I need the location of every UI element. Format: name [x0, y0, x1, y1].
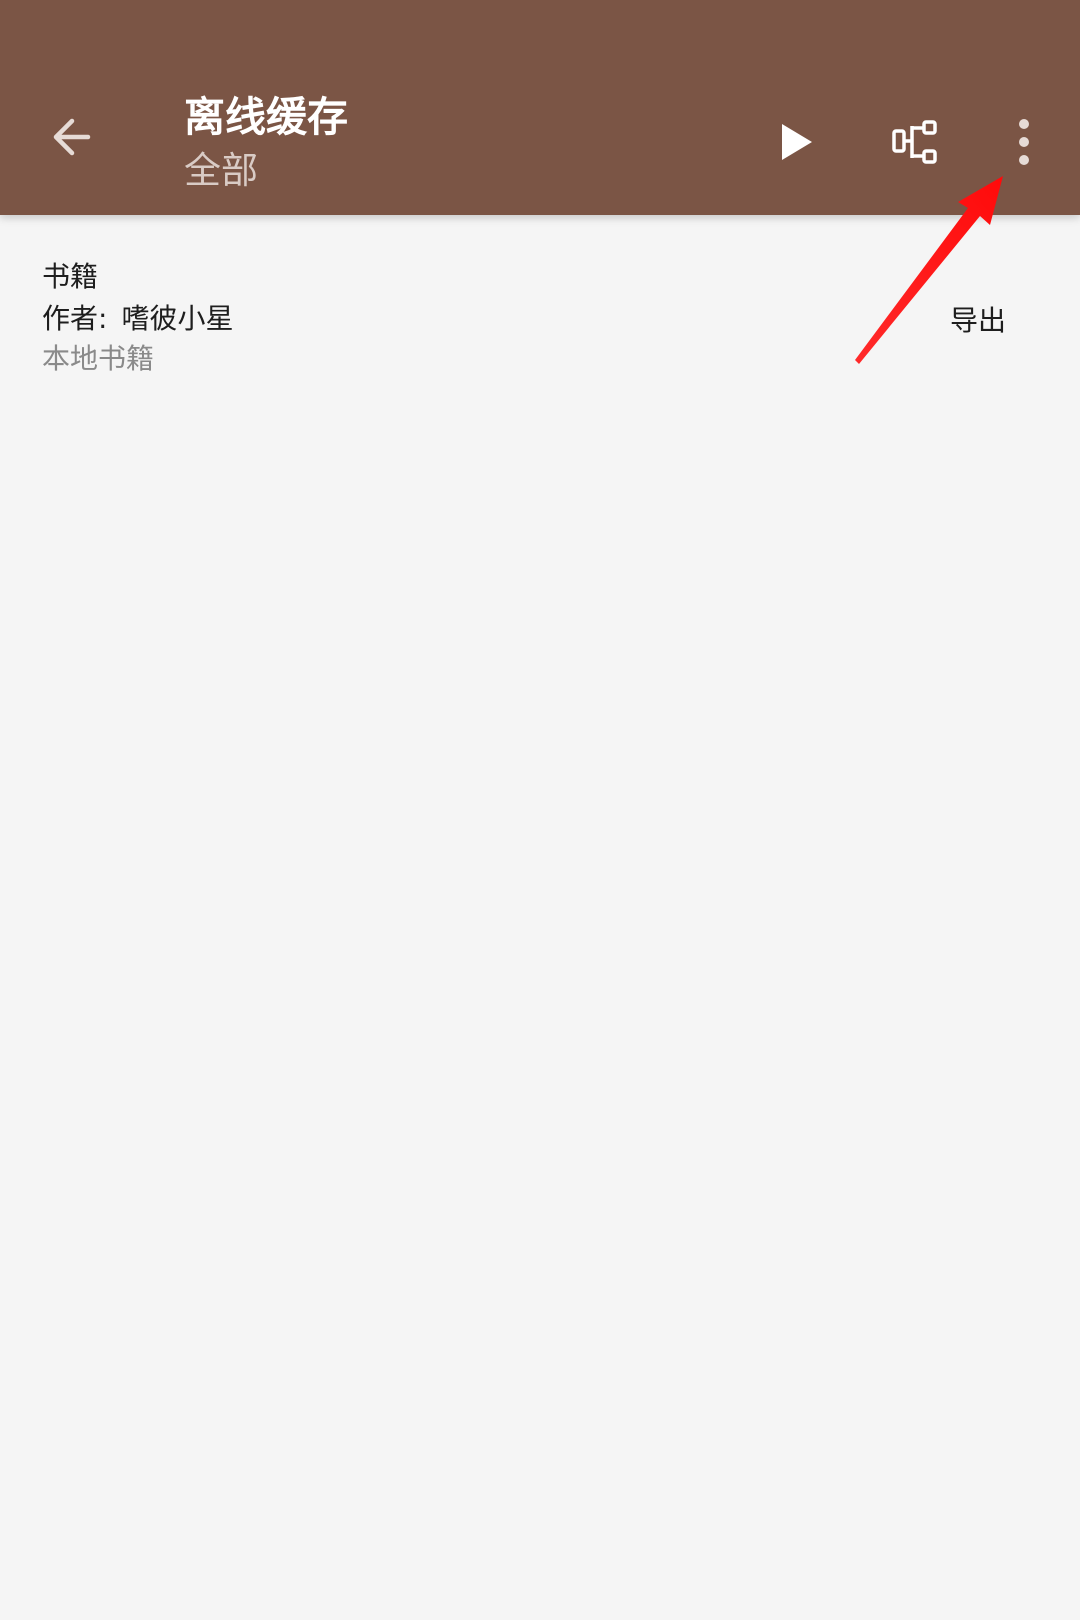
book-title: 书籍: [42, 260, 99, 293]
book-author-row: 作者: 嗜彼小星: [42, 300, 233, 338]
book-origin: 本地书籍: [42, 342, 155, 375]
arrow-left-icon: [53, 118, 91, 156]
export-button[interactable]: 导出: [948, 302, 1008, 340]
toolbar: 离线缓存 全部: [0, 0, 1080, 215]
page-subtitle: 全部: [184, 149, 258, 192]
tree-structure-icon: [892, 120, 937, 164]
play-button[interactable]: [764, 110, 828, 174]
title-block: 离线缓存 全部: [184, 88, 348, 196]
author-prefix: 作者:: [42, 302, 108, 335]
author-name: 嗜彼小星: [121, 302, 234, 335]
list-item[interactable]: 书籍 作者: 嗜彼小星 本地书籍 导出: [0, 250, 1080, 380]
back-button[interactable]: [40, 105, 104, 169]
more-options-button[interactable]: [992, 110, 1056, 174]
structure-button[interactable]: [884, 110, 948, 174]
page-title: 离线缓存: [184, 93, 348, 141]
more-vertical-icon: [1019, 119, 1029, 165]
play-icon: [782, 124, 812, 160]
